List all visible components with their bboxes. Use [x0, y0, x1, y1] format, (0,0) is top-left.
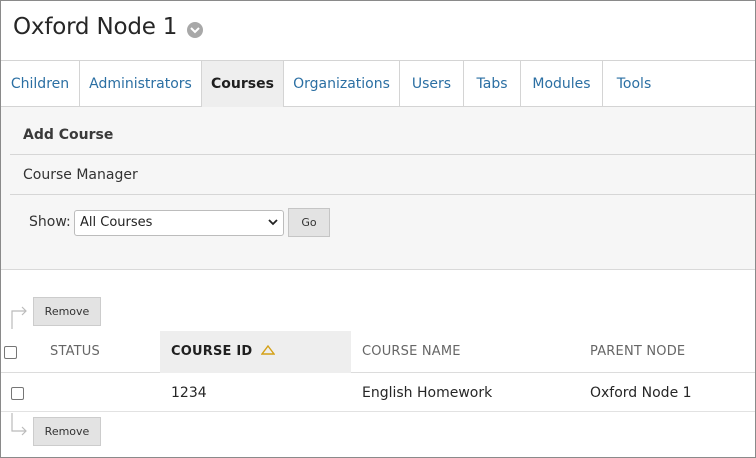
chevron-down-icon: [268, 219, 278, 226]
remove-button-top[interactable]: Remove: [33, 297, 101, 326]
row-parent-node: Oxford Node 1: [590, 385, 692, 401]
table-header: STATUS COURSE ID COURSE NAME PARENT NODE: [1, 331, 755, 373]
bulk-action-arrow-icon: [11, 306, 27, 329]
tab-tabs[interactable]: Tabs: [464, 61, 521, 107]
go-button[interactable]: Go: [288, 208, 330, 237]
row-checkbox[interactable]: [11, 387, 24, 400]
tab-children[interactable]: Children: [1, 61, 80, 107]
show-filter-selected-value: All Courses: [80, 215, 153, 230]
remove-button-bottom[interactable]: Remove: [33, 417, 101, 446]
column-header-status[interactable]: STATUS: [50, 331, 100, 373]
row-course-name[interactable]: English Homework: [362, 374, 492, 412]
tab-users[interactable]: Users: [400, 61, 464, 107]
table-row: 1234 English Homework Oxford Node 1: [1, 374, 755, 412]
column-header-parent-node[interactable]: PARENT NODE: [590, 331, 685, 373]
bulk-action-arrow-icon-bottom: [11, 413, 27, 436]
tab-bar: Children Administrators Courses Organiza…: [1, 60, 755, 107]
title-options-chevron-icon[interactable]: [187, 22, 203, 38]
tab-organizations[interactable]: Organizations: [284, 61, 400, 107]
show-filter-select[interactable]: All Courses: [74, 210, 284, 236]
select-all-checkbox[interactable]: [4, 346, 17, 359]
tab-tools[interactable]: Tools: [603, 61, 665, 107]
show-filter-label: Show:: [29, 214, 71, 230]
column-header-course-name[interactable]: COURSE NAME: [362, 331, 461, 373]
column-header-course-id-label: COURSE ID: [171, 344, 253, 359]
page-title: Oxford Node 1: [13, 14, 178, 40]
tab-courses[interactable]: Courses: [202, 61, 284, 107]
course-manager-button[interactable]: Course Manager: [10, 155, 755, 195]
sort-ascending-icon: [261, 345, 276, 355]
column-header-course-id[interactable]: COURSE ID: [160, 331, 351, 373]
tab-modules[interactable]: Modules: [521, 61, 603, 107]
tab-administrators[interactable]: Administrators: [80, 61, 202, 107]
add-course-button[interactable]: Add Course: [10, 115, 755, 155]
row-course-id: 1234: [171, 385, 207, 401]
action-panel: Add Course Course Manager Show: All Cour…: [1, 107, 755, 270]
